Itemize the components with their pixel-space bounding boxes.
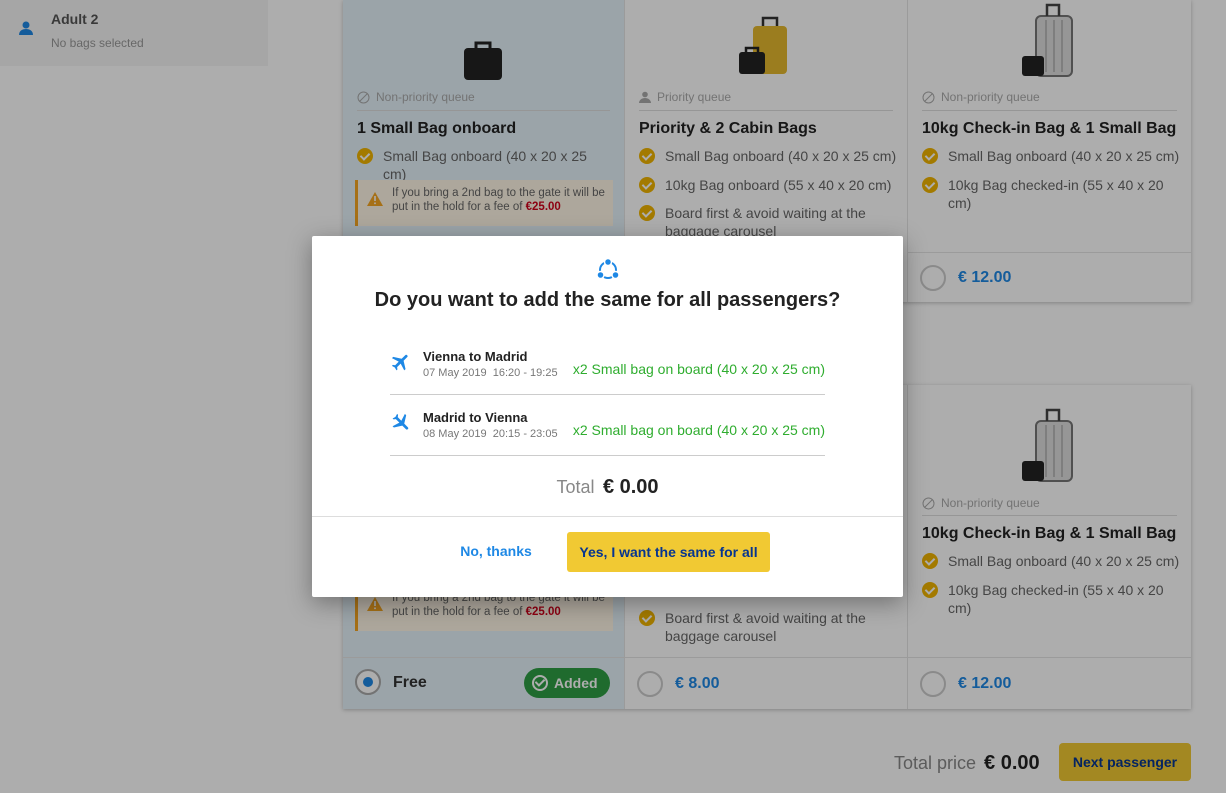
divider <box>390 394 825 395</box>
same-for-all-dialog: Do you want to add the same for all pass… <box>312 236 903 597</box>
no-thanks-button[interactable]: No, thanks <box>452 539 540 563</box>
flight-bags: x2 Small bag on board (40 x 20 x 25 cm) <box>572 361 825 377</box>
dialog-title: Do you want to add the same for all pass… <box>374 289 841 311</box>
dialog-total-value: € 0.00 <box>602 476 659 498</box>
divider <box>312 516 903 517</box>
plane-icon <box>392 413 409 430</box>
flight-time: 20:15 - 23:05 <box>492 428 558 440</box>
flight-date: 07 May 2019 <box>423 367 487 379</box>
divider <box>390 455 825 456</box>
flight-row: Vienna to Madrid 07 May 2019 16:20 - 19:… <box>390 335 825 395</box>
flight-row: Madrid to Vienna 08 May 2019 20:15 - 23:… <box>390 396 825 456</box>
flight-datetime: 07 May 2019 16:20 - 19:25 <box>423 367 558 379</box>
flight-route: Madrid to Vienna <box>423 410 528 425</box>
flight-datetime: 08 May 2019 20:15 - 23:05 <box>423 428 558 440</box>
same-for-all-button[interactable]: Yes, I want the same for all <box>567 532 770 572</box>
flight-route: Vienna to Madrid <box>423 349 528 364</box>
flight-time: 16:20 - 19:25 <box>492 367 558 379</box>
flight-bags: x2 Small bag on board (40 x 20 x 25 cm) <box>572 422 825 438</box>
flight-date: 08 May 2019 <box>423 428 487 440</box>
dialog-total: Total € 0.00 <box>312 476 903 499</box>
plane-icon <box>391 354 408 371</box>
dialog-total-label: Total <box>556 477 595 497</box>
share-icon <box>596 258 620 280</box>
